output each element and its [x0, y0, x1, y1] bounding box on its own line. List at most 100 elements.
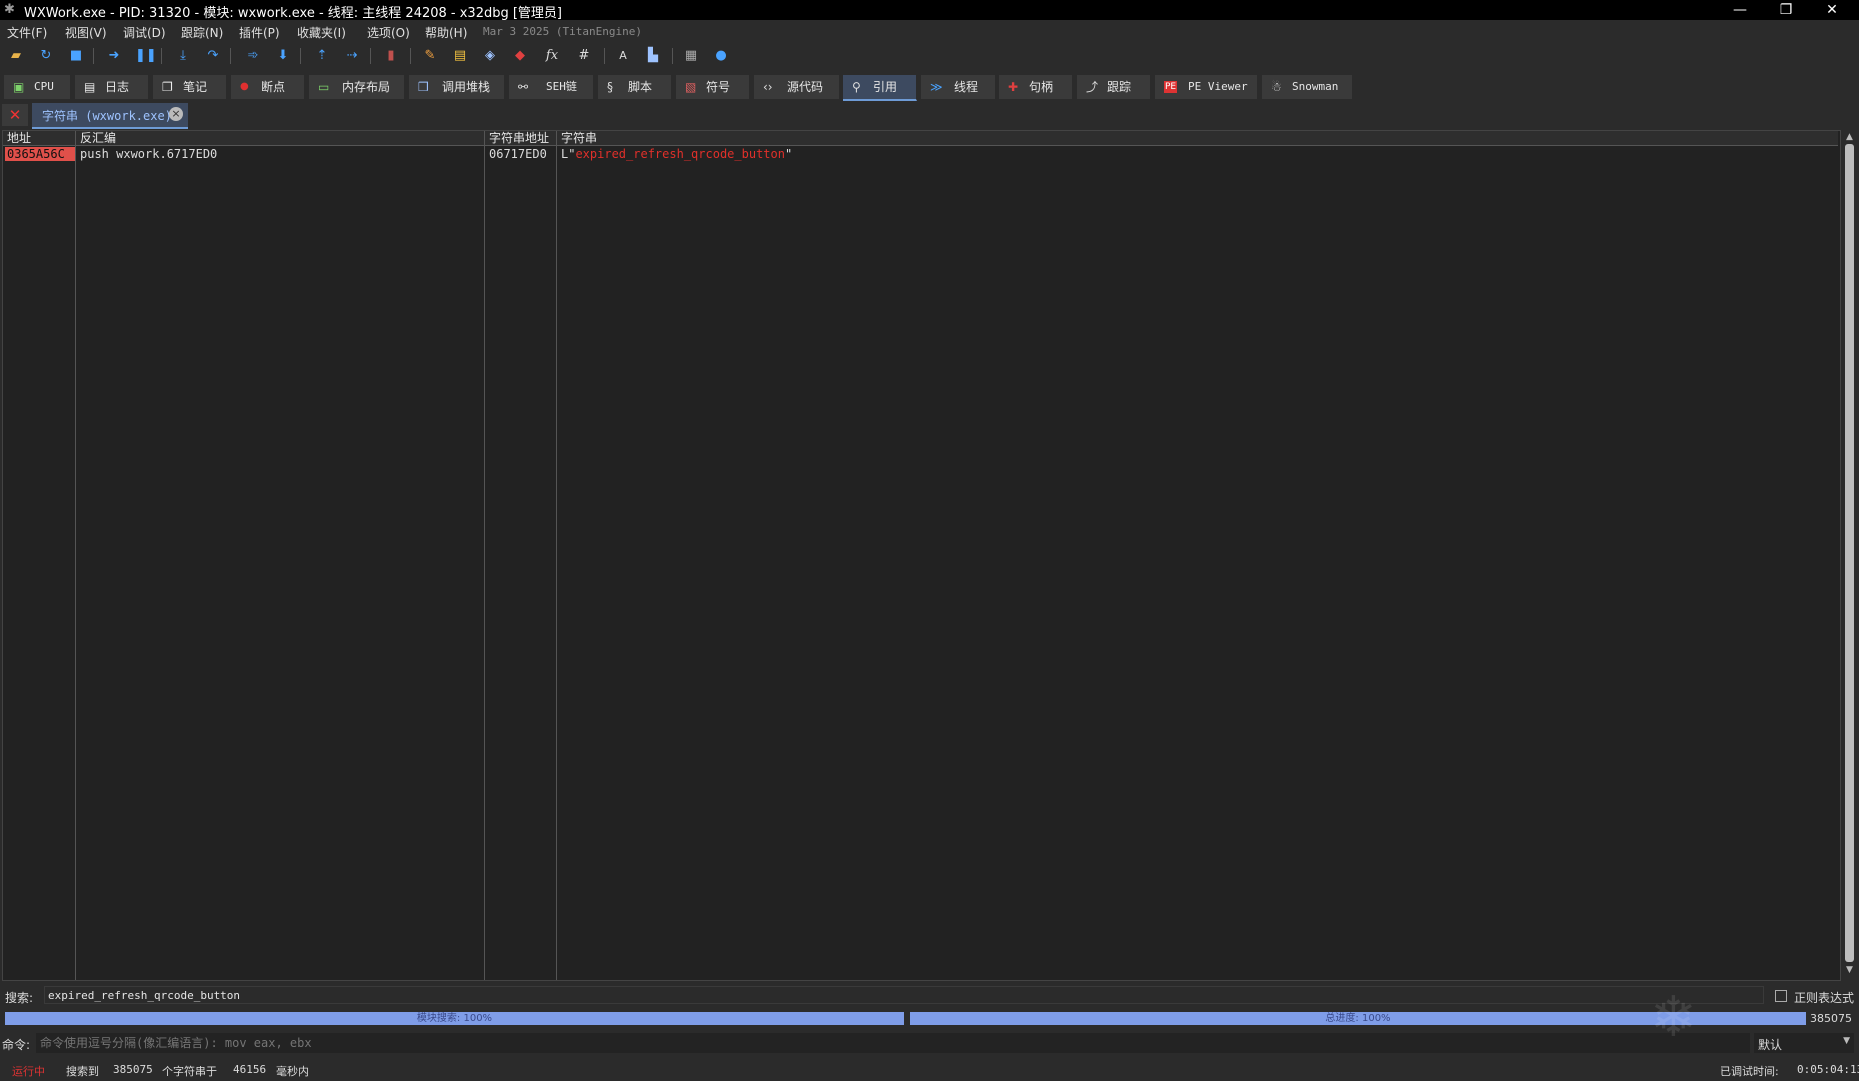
hash-icon[interactable]: # [575, 47, 593, 65]
command-input[interactable] [36, 1033, 1750, 1053]
close-button[interactable]: ✕ [1809, 0, 1855, 20]
command-mode-select[interactable]: 默认 ▼ [1754, 1033, 1854, 1053]
step-over-icon[interactable]: ↷ [204, 47, 222, 65]
call-stack-icon: ❒ [418, 80, 429, 94]
source-icon: ‹› [763, 80, 773, 94]
tab-call-stack[interactable]: ❒ 调用堆栈 [409, 75, 505, 99]
column-divider [484, 131, 485, 980]
debug-time: 0:05:04:13 [1797, 1063, 1859, 1076]
tab-log[interactable]: ▤ 日志 [75, 75, 149, 99]
string-prefix: L" [561, 147, 576, 161]
memory-map-icon: ▭ [318, 80, 330, 94]
run-to-user-code-icon[interactable]: ⇢ [343, 47, 361, 65]
menu-file[interactable]: 文件(F) [7, 24, 47, 41]
column-header-string[interactable]: 字符串 [557, 131, 1838, 146]
tab-strings-wxwork[interactable]: 字符串 (wxwork.exe) × [32, 103, 188, 129]
regex-checkbox[interactable] [1775, 990, 1787, 1002]
toolbar: ▰ ↻ ■ ➜ ❚❚ ⤓ ↷ ➾ ⬇ ⇡ ⇢ ▮ ✎ ▤ ◈ ◆ fx # A … [0, 42, 1859, 70]
scylla-icon[interactable]: ▮ [382, 47, 400, 65]
highlight-icon[interactable]: ▙ [644, 47, 662, 65]
menu-plugins[interactable]: 插件(P) [239, 24, 280, 41]
status-ms: 46156 [233, 1063, 267, 1076]
tab-threads[interactable]: ≫ 线程 [921, 75, 996, 99]
regex-label: 正则表达式 [1794, 991, 1855, 1005]
tab-close-icon[interactable]: × [169, 107, 183, 121]
window-title: WXWork.exe - PID: 31320 - 模块: wxwork.exe… [24, 6, 563, 21]
tab-trace[interactable]: ⤴ 跟踪 [1077, 75, 1151, 99]
view-tabs: ▣ CPU ▤ 日志 ❐ 笔记 ● 断点 ▭ 内存布局 ❒ 调用堆栈 ⚯ SEH… [0, 73, 1859, 101]
menu-help[interactable]: 帮助(H) [425, 24, 467, 41]
trace-over-icon[interactable]: ⬇ [274, 47, 292, 65]
search-label: 搜索: [5, 991, 34, 1005]
minimize-button[interactable]: — [1717, 0, 1763, 20]
total-progress: 总进度: 100% [910, 1012, 1806, 1025]
function-icon[interactable]: fx [543, 47, 561, 65]
tab-snowman[interactable]: ☃ Snowman [1262, 75, 1353, 99]
run-icon[interactable]: ➜ [105, 47, 123, 65]
tab-breakpoints[interactable]: ● 断点 [231, 75, 305, 99]
restart-icon[interactable]: ↻ [37, 47, 55, 65]
menu-options[interactable]: 选项(O) [367, 24, 410, 41]
label-icon[interactable]: ◈ [481, 47, 499, 65]
open-icon[interactable]: ▰ [7, 47, 25, 65]
string-value: expired_refresh_qrcode_button [575, 147, 785, 161]
references-table[interactable]: 地址 反汇编 字符串地址 字符串 0365A56C push wxwork.67… [2, 130, 1841, 981]
scroll-down-icon[interactable]: ▼ [1844, 965, 1855, 976]
command-mode-value: 默认 [1758, 1038, 1783, 1052]
status-strings-in: 个字符串于 [162, 1065, 217, 1078]
status-bar: 运行中 搜索到 385075 个字符串于 46156 毫秒内 已调试时间: 0:… [0, 1058, 1859, 1081]
patch-icon[interactable]: ✎ [421, 47, 439, 65]
row-string-address: 06717ED0 [489, 147, 547, 161]
x32dbg-icon: ✱ [4, 2, 15, 17]
title-bar: ✱ WXWork.exe - PID: 31320 - 模块: wxwork.e… [0, 0, 1859, 21]
column-header-string-address[interactable]: 字符串地址 [485, 131, 556, 146]
status-ms-label: 毫秒内 [276, 1065, 309, 1078]
tab-handles[interactable]: ✚ 句柄 [999, 75, 1073, 99]
close-icon: ✕ [8, 106, 22, 124]
pause-icon[interactable]: ❚❚ [135, 47, 157, 65]
tab-references[interactable]: ⚲ 引用 [843, 75, 917, 101]
tab-notes[interactable]: ❐ 笔记 [153, 75, 227, 99]
total-progress-label: 总进度: 100% [1325, 1013, 1391, 1024]
comment-icon[interactable]: ▤ [451, 47, 469, 65]
scrollbar-thumb[interactable] [1845, 144, 1854, 962]
menu-debug[interactable]: 调试(D) [123, 24, 166, 41]
bookmark-icon[interactable]: ◆ [511, 47, 529, 65]
notes-icon: ❐ [162, 80, 173, 94]
help-icon[interactable]: ● [712, 47, 730, 65]
calculator-icon[interactable]: ▦ [682, 47, 700, 65]
toolbar-separator [410, 48, 411, 64]
execute-till-return-icon[interactable]: ⇡ [313, 47, 331, 65]
tab-script[interactable]: § 脚本 [598, 75, 672, 99]
menu-favorites[interactable]: 收藏夹(I) [297, 24, 346, 41]
maximize-button[interactable]: ❐ [1763, 0, 1809, 20]
tab-source[interactable]: ‹› 源代码 [754, 75, 840, 99]
scroll-up-icon[interactable]: ▲ [1844, 132, 1855, 143]
close-all-tabs-button[interactable]: ✕ [2, 104, 28, 126]
column-header-disassembly[interactable]: 反汇编 [76, 131, 484, 146]
tab-pe-viewer[interactable]: PE PE Viewer [1155, 75, 1258, 99]
trace-into-icon[interactable]: ➾ [244, 47, 262, 65]
search-input[interactable] [44, 986, 1764, 1004]
vertical-scrollbar[interactable]: ▲ ▼ [1841, 130, 1858, 979]
status-found-count: 385075 [113, 1063, 153, 1076]
menu-bar: 文件(F) 视图(V) 调试(D) 跟踪(N) 插件(P) 收藏夹(I) 选项(… [0, 20, 1859, 42]
status-found-label: 搜索到 [66, 1065, 99, 1078]
chevron-down-icon: ▼ [1843, 1036, 1850, 1046]
log-icon: ▤ [84, 80, 96, 94]
debug-state: 运行中 [12, 1065, 45, 1078]
command-label: 命令: [2, 1038, 31, 1052]
font-icon[interactable]: A [614, 47, 632, 65]
step-into-icon[interactable]: ⤓ [174, 47, 192, 65]
tab-memory-map[interactable]: ▭ 内存布局 [309, 75, 405, 99]
table-row[interactable]: 0365A56C push wxwork.6717ED0 06717ED0 L"… [3, 147, 1838, 161]
tab-cpu[interactable]: ▣ CPU [4, 75, 71, 99]
tab-seh[interactable]: ⚯ SEH链 [509, 75, 594, 99]
stop-icon[interactable]: ■ [67, 47, 85, 65]
menu-view[interactable]: 视图(V) [65, 24, 107, 41]
tab-symbols[interactable]: ▧ 符号 [676, 75, 750, 99]
column-header-address[interactable]: 地址 [3, 131, 75, 146]
row-address: 0365A56C [5, 147, 75, 161]
toolbar-separator [93, 48, 94, 64]
menu-trace[interactable]: 跟踪(N) [181, 24, 223, 41]
